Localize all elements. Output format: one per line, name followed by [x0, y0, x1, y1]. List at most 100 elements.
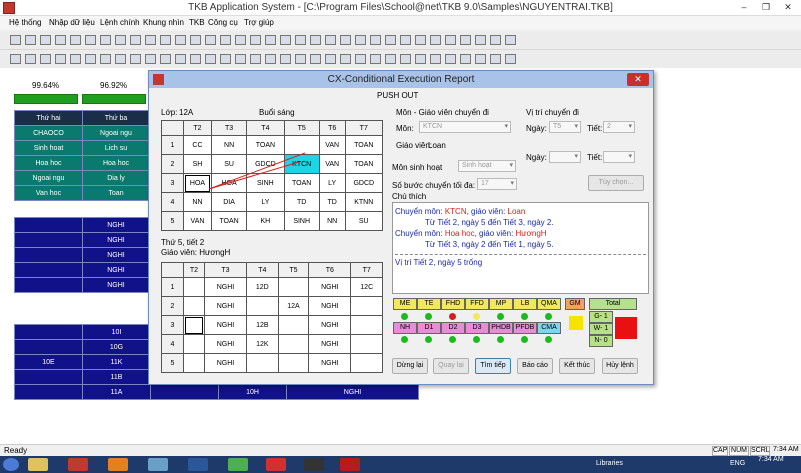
cell[interactable] — [14, 232, 83, 248]
toolbar-icon[interactable] — [295, 54, 306, 64]
cell[interactable]: 10E — [14, 354, 83, 370]
grid-cell[interactable]: 12K — [246, 334, 279, 354]
quay-lai-button[interactable]: Quay lại — [433, 358, 469, 374]
menu-tro-giup[interactable]: Trợ giúp — [244, 18, 274, 27]
toolbar-icon[interactable] — [55, 54, 66, 64]
toolbar-icon[interactable] — [25, 54, 36, 64]
cell[interactable] — [14, 339, 83, 355]
start-icon[interactable] — [3, 458, 19, 471]
cell[interactable]: Dia ly — [82, 170, 150, 186]
toolbar-icon[interactable] — [100, 54, 111, 64]
toolbar-icon[interactable] — [85, 54, 96, 64]
grid-cell[interactable] — [246, 296, 279, 316]
toolbar-icon[interactable] — [325, 54, 336, 64]
toolbar-icon[interactable] — [85, 35, 96, 45]
toolbar-icon[interactable] — [340, 35, 351, 45]
firefox-icon[interactable] — [108, 458, 128, 471]
tiet2-combo[interactable] — [603, 151, 635, 163]
toolbar-icon[interactable] — [280, 35, 291, 45]
toolbar-icon[interactable] — [115, 54, 126, 64]
tkb-icon[interactable] — [340, 458, 360, 471]
cell[interactable]: Van hoc — [14, 185, 83, 201]
cell[interactable]: 11A — [82, 384, 151, 400]
cell[interactable]: Hoa hoc — [82, 155, 150, 171]
cell[interactable]: Hoa hoc — [14, 155, 83, 171]
toolbar-icon[interactable] — [40, 54, 51, 64]
toolbar-icon[interactable] — [370, 54, 381, 64]
toolbar-icon[interactable] — [460, 54, 471, 64]
toolbar-icon[interactable] — [130, 35, 141, 45]
cell[interactable]: 11B — [82, 369, 151, 385]
cell[interactable] — [14, 217, 83, 233]
grid-cell[interactable] — [350, 334, 383, 354]
maximize-button[interactable]: ❐ — [756, 1, 776, 14]
taskbar-app-icon[interactable] — [148, 458, 168, 471]
taskbar-time[interactable]: 7:34 AM — [758, 456, 784, 463]
monsh-combo[interactable]: Sinh hoạt — [458, 160, 516, 172]
cell[interactable]: 10I — [82, 324, 151, 340]
grid-cell[interactable] — [277, 334, 310, 354]
grid-cell[interactable]: NGHI — [308, 315, 352, 335]
grid-cell[interactable]: NGHI — [308, 334, 352, 354]
lang-indicator[interactable]: ENG — [730, 460, 745, 467]
chrome-icon[interactable] — [228, 458, 248, 471]
menu-cong-cu[interactable]: Công cụ — [208, 18, 238, 27]
toolbar-icon[interactable] — [10, 54, 21, 64]
toolbar-icon[interactable] — [145, 35, 156, 45]
bao-cao-button[interactable]: Báo cáo — [517, 358, 553, 374]
tuy-chon-button[interactable]: Tùy chọn... — [588, 175, 644, 191]
grid-cell[interactable] — [350, 315, 383, 335]
cell[interactable]: Ngoai ngu — [14, 170, 83, 186]
cell[interactable] — [14, 277, 83, 293]
menu-khung-nhin[interactable]: Khung nhìn — [143, 18, 184, 27]
grid-cell[interactable] — [183, 334, 205, 354]
grid-cell[interactable]: 12C — [350, 277, 383, 297]
menu-tkb[interactable]: TKB — [189, 18, 205, 27]
cell[interactable]: NGHI — [82, 277, 150, 293]
toolbar-icon[interactable] — [235, 35, 246, 45]
grid-cell[interactable] — [350, 353, 383, 373]
word-icon[interactable] — [188, 458, 208, 471]
toolbar-icon[interactable] — [385, 35, 396, 45]
toolbar-icon[interactable] — [205, 35, 216, 45]
close-button[interactable]: ✕ — [778, 1, 798, 14]
grid-cell[interactable]: NGHI — [308, 277, 352, 297]
ket-thuc-button[interactable]: Kết thúc — [559, 358, 595, 374]
toolbar-icon[interactable] — [430, 54, 441, 64]
toolbar-icon[interactable] — [235, 54, 246, 64]
grid-cell[interactable]: NGHI — [203, 315, 248, 335]
toolbar-icon[interactable] — [400, 54, 411, 64]
toolbar-icon[interactable] — [460, 35, 471, 45]
toolbar-icon[interactable] — [175, 54, 186, 64]
toolbar-icon[interactable] — [205, 54, 216, 64]
toolbar-icon[interactable] — [355, 54, 366, 64]
toolbar-icon[interactable] — [115, 35, 126, 45]
toolbar-icon[interactable] — [190, 54, 201, 64]
grid-cell[interactable]: NGHI — [203, 334, 248, 354]
toolbar-icon[interactable] — [280, 54, 291, 64]
grid-cell[interactable]: NGHI — [203, 353, 248, 373]
toolbar-icon[interactable] — [310, 54, 321, 64]
grid-cell[interactable]: 12A — [277, 296, 310, 316]
ngay2-combo[interactable] — [549, 151, 581, 163]
grid-cell[interactable] — [183, 277, 205, 297]
ngay-combo[interactable]: T5 — [549, 121, 581, 133]
toolbar-icon[interactable] — [10, 35, 21, 45]
cell[interactable] — [150, 384, 219, 400]
cell[interactable]: 11K — [82, 354, 151, 370]
toolbar-icon[interactable] — [145, 54, 156, 64]
toolbar-icon[interactable] — [475, 35, 486, 45]
cell[interactable]: NGHI — [82, 247, 150, 263]
cell[interactable]: NGHI — [82, 217, 150, 233]
cell[interactable]: Toan — [82, 185, 150, 201]
menu-nhap-du-lieu[interactable]: Nhập dữ liệu — [49, 18, 95, 27]
grid-cell[interactable] — [183, 353, 205, 373]
sobuoc-combo[interactable]: 17 — [477, 178, 517, 190]
cell[interactable] — [14, 384, 83, 400]
toolbar-icon[interactable] — [370, 35, 381, 45]
grid-cell-target[interactable] — [183, 315, 205, 335]
grid-cell[interactable]: 12D — [246, 277, 279, 297]
toolbar-icon[interactable] — [190, 35, 201, 45]
toolbar-icon[interactable] — [445, 54, 456, 64]
toolbar-icon[interactable] — [415, 54, 426, 64]
